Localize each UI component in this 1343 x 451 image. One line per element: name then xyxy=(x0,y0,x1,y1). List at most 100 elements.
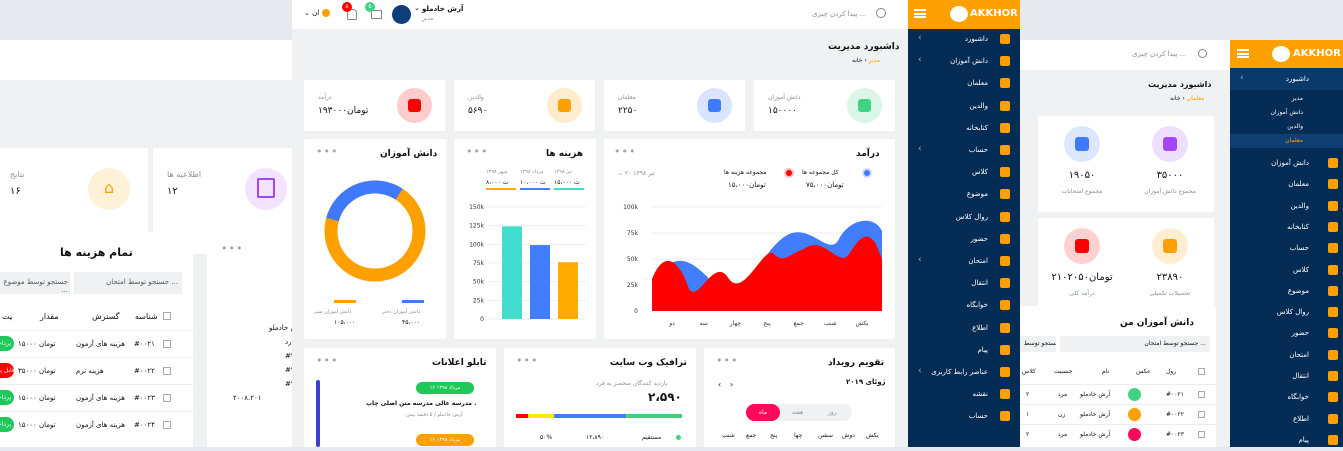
sidebar-item[interactable]: کتابخانه xyxy=(908,117,1020,139)
table-row[interactable]: #۰۰۲۲ آرش خادملو زن ۱ xyxy=(1020,404,1216,424)
row-checkbox[interactable] xyxy=(163,394,171,402)
row-checkbox[interactable] xyxy=(1198,391,1205,398)
stat-label: درآمد کلی xyxy=(1069,290,1095,297)
more-icon[interactable]: ••• xyxy=(516,354,538,367)
stat-card: معلمان ۲۲۵۰ xyxy=(604,80,745,131)
sidebar-item[interactable]: روال کلاس xyxy=(1230,301,1343,323)
breadcrumb: معلمان ‹ خانه xyxy=(1170,95,1205,102)
row-checkbox[interactable] xyxy=(1198,411,1205,418)
sidebar-subitem[interactable]: دانش آموزان xyxy=(1230,106,1343,120)
sidebar-item[interactable]: موضوع xyxy=(908,183,1020,205)
sidebar-item[interactable]: دانش آموزان xyxy=(1230,152,1343,174)
sidebar-item[interactable]: ‹ دانش آموزان xyxy=(908,50,1020,72)
tab-week[interactable]: هفته xyxy=(792,409,803,416)
sidebar-item[interactable]: روال کلاس xyxy=(908,206,1020,228)
more-icon[interactable]: ••• xyxy=(716,354,738,367)
user-dropdown-icon[interactable]: ⌄ xyxy=(414,4,420,12)
table-row[interactable]: #۰۰۲۲ هزینه ترم ۳۵۰۰۰ تومان قابل پرداخت xyxy=(0,357,193,384)
column-header[interactable]: جنسیت xyxy=(1054,368,1073,375)
lang-select[interactable]: ⌄ ان xyxy=(304,9,319,17)
table-row[interactable]: #۰۰۲۴ هزینه های آزمون ۱۵۰۰۰ تومان پرداخت xyxy=(0,411,193,438)
search-by-exam[interactable]: جستجو توسط امتحان ... xyxy=(1060,336,1210,352)
avatar[interactable] xyxy=(392,5,411,24)
search-input[interactable]: پیدا کردن چیزی ... xyxy=(1132,50,1186,58)
table-row[interactable]: #۰۰۲۳ هزینه های آزمون ۱۵۰۰۰ تومان پرداخت xyxy=(0,384,193,411)
notice-title[interactable]: مدرسه عالی مدرسه متن اصلی چاپ . xyxy=(366,400,476,407)
sidebar-item[interactable]: معلمان xyxy=(1230,173,1343,195)
sidebar-item-dashboard[interactable]: داشبورد xyxy=(1230,68,1343,90)
sidebar-item[interactable]: کلاس xyxy=(908,161,1020,183)
more-icon[interactable]: ••• xyxy=(466,145,488,158)
sidebar-item[interactable]: امتحان xyxy=(1230,344,1343,366)
search-icon[interactable] xyxy=(876,8,886,18)
sidebar-item[interactable]: والدین xyxy=(1230,195,1343,217)
legend-bar xyxy=(486,188,516,190)
sidebar-item[interactable]: ‹ امتحان xyxy=(908,250,1020,272)
more-icon[interactable]: ••• xyxy=(316,354,338,367)
sidebar-item[interactable]: حساب xyxy=(1230,237,1343,259)
mail-icon[interactable] xyxy=(371,10,382,19)
table-row[interactable]: #۰۰۲۱ هزینه های آزمون ۱۵۰۰۰ تومان پرداخت xyxy=(0,330,193,357)
tab-month[interactable]: ماه xyxy=(746,404,780,421)
search-by-name[interactable]: جستجو توسط امتحان ... xyxy=(74,272,182,294)
sidebar-icon xyxy=(1328,349,1338,360)
row-name: آرش خادملو xyxy=(1080,431,1111,438)
stat-label: معلمان xyxy=(618,94,636,101)
sidebar-item[interactable]: پیام xyxy=(1230,429,1343,451)
sidebar-item[interactable]: حساب xyxy=(908,405,1020,427)
sidebar-item[interactable]: کتابخانه xyxy=(1230,216,1343,238)
sidebar-item[interactable]: ‹ داشبورد xyxy=(908,28,1020,50)
more-icon[interactable]: ••• xyxy=(316,145,338,158)
legend-label: کل مجموعه ها xyxy=(802,169,839,176)
sidebar-subitem[interactable]: والدین xyxy=(1230,120,1343,134)
sidebar-item[interactable]: حضور xyxy=(1230,322,1343,344)
sidebar-item[interactable]: اطلاع xyxy=(908,317,1020,339)
sidebar-item[interactable]: نقشه xyxy=(908,383,1020,405)
column-header[interactable]: عکس xyxy=(1136,368,1151,375)
row-checkbox[interactable] xyxy=(163,421,171,429)
search-icon[interactable] xyxy=(1198,49,1207,58)
sidebar-item[interactable]: ‹ حساب xyxy=(908,139,1020,161)
column-header[interactable]: رول xyxy=(1166,368,1176,375)
y-tick: 25k xyxy=(627,282,639,289)
sidebar-icon xyxy=(1000,56,1010,67)
sidebar-item[interactable]: والدین xyxy=(908,95,1020,117)
select-all-checkbox[interactable] xyxy=(163,312,171,320)
sidebar-item[interactable]: خوابگاه xyxy=(908,294,1020,316)
sidebar-subitem[interactable]: معلمان xyxy=(1230,134,1343,148)
sidebar-item[interactable]: انتقال xyxy=(1230,365,1343,387)
legend-value: ۱۰،۰۰۰ ت xyxy=(520,179,546,186)
column-header[interactable]: کلاس xyxy=(1022,368,1036,375)
sidebar-item[interactable]: موضوع xyxy=(1230,280,1343,302)
date-select[interactable]: ⌄ ۲۰ تیر ۱۳۹۸ xyxy=(618,170,655,177)
table-row[interactable]: #۰۰۲۳ آرش خادملو مرد ۲ xyxy=(1020,424,1216,444)
more-icon[interactable]: ••• xyxy=(614,145,636,158)
search-by-type[interactable]: جستجو توسط موضوع ... xyxy=(0,272,70,294)
sidebar-item[interactable]: اطلاع xyxy=(1230,408,1343,430)
row-checkbox[interactable] xyxy=(1198,431,1205,438)
x-tick: یکش xyxy=(856,320,869,327)
sidebar-item[interactable]: ‹ عناصر رابط کاربری xyxy=(908,361,1020,383)
sidebar-item[interactable]: معلمان xyxy=(908,72,1020,94)
tab-day[interactable]: روز xyxy=(828,409,837,416)
next-month-icon[interactable]: › xyxy=(730,380,733,389)
table-row[interactable]: #۰۰۲۱ آرش خادملو مرد ۲ xyxy=(1020,384,1216,404)
sidebar-item[interactable]: خوابگاه xyxy=(1230,386,1343,408)
sidebar-subitem[interactable]: مدیر xyxy=(1230,92,1343,106)
column-header[interactable]: نام xyxy=(1102,368,1109,375)
sidebar-item[interactable]: کلاس xyxy=(1230,259,1343,281)
select-all-checkbox[interactable] xyxy=(1198,368,1205,375)
sidebar-label: خوابگاه xyxy=(966,301,988,310)
more-icon[interactable]: ••• xyxy=(221,242,243,255)
sidebar-icon xyxy=(1000,322,1010,333)
row-checkbox[interactable] xyxy=(163,367,171,375)
sidebar-item[interactable]: پیام xyxy=(908,339,1020,361)
search-by-other[interactable]: جستجو توسط ... xyxy=(1020,336,1056,352)
row-checkbox[interactable] xyxy=(163,340,171,348)
search-input[interactable]: پیدا کردن چیزی ... xyxy=(812,10,866,18)
scrollbar[interactable] xyxy=(316,380,320,447)
sidebar-item[interactable]: حضور xyxy=(908,228,1020,250)
sidebar-label: روال کلاس xyxy=(955,212,988,221)
sidebar-item[interactable]: انتقال xyxy=(908,272,1020,294)
prev-month-icon[interactable]: ‹ xyxy=(718,380,721,389)
